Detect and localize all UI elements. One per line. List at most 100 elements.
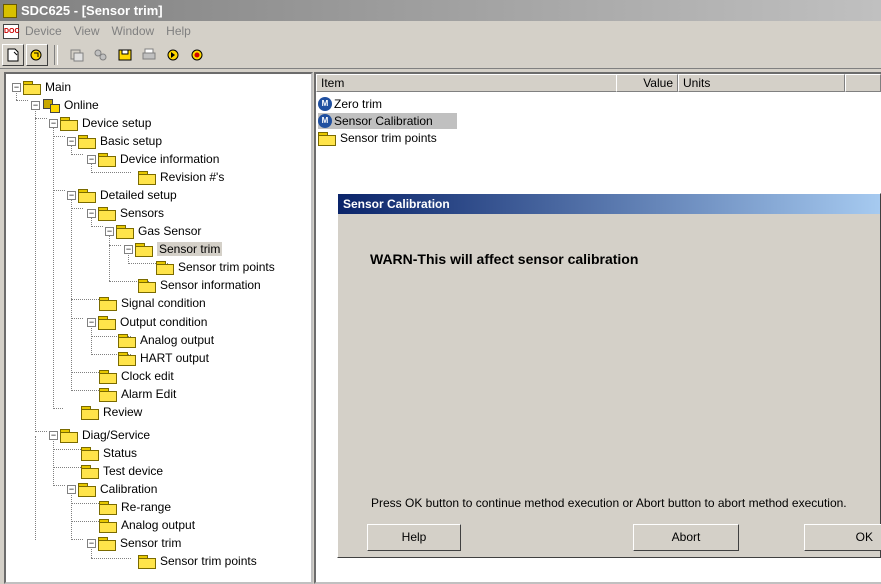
- collapse-toggle[interactable]: −: [49, 430, 58, 440]
- window-title: SDC625 - [Sensor trim]: [21, 3, 163, 18]
- refresh-button[interactable]: [162, 44, 184, 66]
- tree-item-re-range[interactable]: Re-range: [99, 498, 171, 516]
- list-item-zero-trim[interactable]: M Zero trim: [318, 96, 382, 112]
- tree-item-label: Sensor trim: [157, 242, 223, 256]
- collapse-toggle[interactable]: −: [67, 136, 76, 146]
- warning-text: WARN-This will affect sensor calibration: [370, 251, 639, 267]
- collapse-toggle[interactable]: −: [67, 190, 76, 200]
- collapse-toggle[interactable]: −: [87, 538, 96, 548]
- collapse-toggle[interactable]: −: [87, 317, 96, 327]
- tree-item-status[interactable]: Status: [81, 444, 137, 462]
- tree-item-hart-output[interactable]: HART output: [118, 349, 209, 367]
- method-icon: M: [318, 97, 332, 111]
- folder-icon: [98, 206, 116, 221]
- tree-item-calibration[interactable]: − Calibration: [67, 480, 157, 498]
- collapse-toggle[interactable]: −: [87, 154, 96, 164]
- collapse-toggle[interactable]: −: [31, 100, 40, 110]
- folder-icon: [78, 188, 96, 203]
- stop-button[interactable]: [186, 44, 208, 66]
- open-folder-icon: [135, 242, 153, 257]
- folder-icon: [23, 80, 41, 95]
- tree-item-output-condition[interactable]: − Output condition: [87, 313, 207, 331]
- abort-button[interactable]: Abort: [633, 524, 739, 551]
- tree-item-review[interactable]: Review: [81, 403, 142, 421]
- tree-item-diag-service[interactable]: − Diag/Service: [49, 426, 150, 444]
- tree-item-test-device[interactable]: Test device: [81, 462, 163, 480]
- tree-item-analog-output[interactable]: Analog output: [118, 331, 214, 349]
- open-button[interactable]: [26, 44, 48, 66]
- menu-bar: DOC Device View Window Help: [0, 21, 881, 41]
- tree-item-label: Basic setup: [100, 134, 163, 148]
- new-document-icon: [7, 48, 19, 62]
- tree-item-device-setup[interactable]: − Device setup: [49, 114, 151, 132]
- print-icon: [142, 48, 156, 60]
- tree-item-calibration-sensor-trim[interactable]: − Sensor trim: [87, 534, 181, 552]
- list-item-label: Sensor Calibration: [334, 114, 433, 128]
- menu-window[interactable]: Window: [111, 24, 154, 38]
- menu-help[interactable]: Help: [166, 24, 191, 38]
- new-document-button[interactable]: [2, 44, 24, 66]
- tree-item-label: Review: [103, 405, 143, 419]
- tree-item-detailed-setup[interactable]: − Detailed setup: [67, 186, 177, 204]
- tree-item-online[interactable]: − Online: [31, 96, 99, 114]
- tree-item-label: Online: [64, 98, 99, 112]
- list-item-sensor-trim-points[interactable]: Sensor trim points: [318, 130, 437, 146]
- tree-item-gas-sensor[interactable]: − Gas Sensor: [105, 222, 201, 240]
- tree-item-label: Sensor trim points: [178, 260, 275, 274]
- tree-item-calibration-analog-output[interactable]: Analog output: [99, 516, 195, 534]
- tree-item-label: Sensor information: [160, 278, 261, 292]
- tree-item-calibration-sensor-trim-points[interactable]: Sensor trim points: [138, 552, 257, 570]
- tree-item-sensor-trim-points[interactable]: Sensor trim points: [156, 258, 275, 276]
- folder-icon: [81, 446, 99, 461]
- column-header-blank[interactable]: [845, 74, 881, 92]
- tree-item-label: Signal condition: [121, 296, 206, 310]
- device-list-icon: [94, 49, 107, 61]
- tree-item-label: Revision #'s: [160, 170, 225, 184]
- tree-item-label: Analog output: [140, 333, 215, 347]
- collapse-toggle[interactable]: −: [67, 484, 76, 494]
- tree-item-label: HART output: [140, 351, 209, 365]
- device-tree[interactable]: − Main − Online − Device setup − Basic setup…: [4, 72, 313, 584]
- tree-item-sensor-trim-selected[interactable]: − Sensor trim: [124, 240, 223, 258]
- list-item-sensor-calibration[interactable]: M Sensor Calibration: [318, 113, 457, 129]
- column-header-units[interactable]: Units: [678, 74, 845, 92]
- print-button[interactable]: [138, 44, 160, 66]
- tree-item-label: Main: [45, 80, 72, 94]
- tree-item-signal-condition[interactable]: Signal condition: [99, 294, 206, 312]
- tree-item-clock-edit[interactable]: Clock edit: [99, 367, 174, 385]
- menu-view[interactable]: View: [74, 24, 100, 38]
- folder-icon: [118, 351, 136, 366]
- save-icon: [118, 49, 132, 61]
- ok-button[interactable]: OK: [804, 524, 881, 551]
- tree-item-label: Sensor trim points: [160, 554, 257, 568]
- folder-icon: [81, 405, 99, 420]
- folder-icon: [98, 536, 116, 551]
- stop-icon: [191, 49, 203, 61]
- copy-device-button[interactable]: [66, 44, 88, 66]
- help-button[interactable]: Help: [367, 524, 461, 551]
- device-list-button[interactable]: [90, 44, 112, 66]
- collapse-toggle[interactable]: −: [105, 226, 114, 236]
- folder-icon: [99, 369, 117, 384]
- collapse-toggle[interactable]: −: [12, 82, 21, 92]
- tree-item-sensors[interactable]: − Sensors: [87, 204, 164, 222]
- save-button[interactable]: [114, 44, 136, 66]
- open-icon: [30, 49, 42, 61]
- tree-item-device-information[interactable]: − Device information: [87, 150, 219, 168]
- tree-item-basic-setup[interactable]: − Basic setup: [67, 132, 162, 150]
- collapse-toggle[interactable]: −: [124, 244, 133, 254]
- tree-item-revisions[interactable]: Revision #'s: [138, 168, 224, 186]
- copy-device-icon: [70, 49, 84, 62]
- collapse-toggle[interactable]: −: [87, 208, 96, 218]
- column-header-value[interactable]: Value: [616, 74, 678, 92]
- tree-item-label: Device information: [120, 152, 220, 166]
- folder-icon: [138, 170, 156, 185]
- tree-item-label: Calibration: [100, 482, 158, 496]
- folder-icon: [116, 224, 134, 239]
- menu-device[interactable]: Device: [25, 24, 62, 38]
- collapse-toggle[interactable]: −: [49, 118, 58, 128]
- document-icon[interactable]: DOC: [3, 23, 20, 39]
- tree-item-alarm-edit[interactable]: Alarm Edit: [99, 385, 176, 403]
- tree-item-sensor-information[interactable]: Sensor information: [138, 276, 261, 294]
- tree-item-main[interactable]: − Main: [12, 78, 71, 96]
